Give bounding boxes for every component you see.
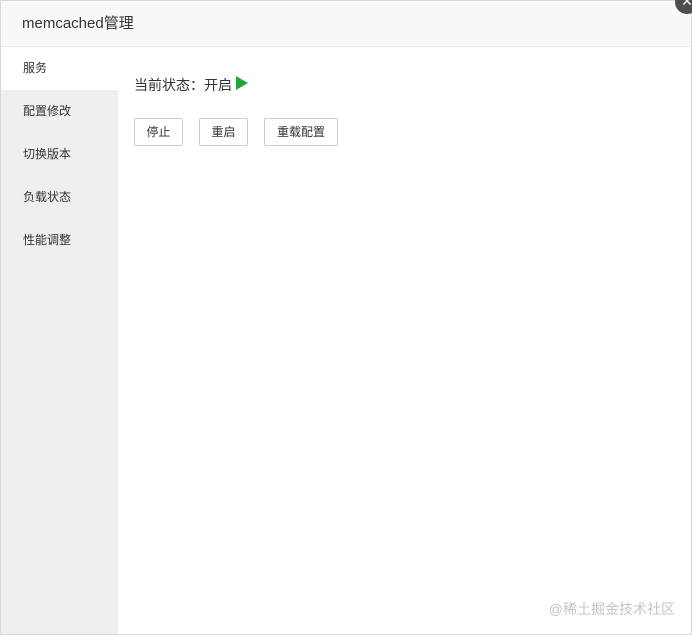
sidebar-item-label: 切换版本 bbox=[23, 147, 72, 161]
restart-button[interactable]: 重启 bbox=[199, 118, 248, 146]
sidebar-item-switch-version[interactable]: 切换版本 bbox=[1, 133, 118, 176]
watermark: @稀土掘金技术社区 bbox=[548, 601, 675, 617]
dialog-title: memcached管理 bbox=[22, 15, 134, 32]
status-label: 当前状态： bbox=[134, 77, 204, 93]
play-icon bbox=[236, 75, 248, 94]
stop-button[interactable]: 停止 bbox=[134, 118, 183, 146]
status-value: 开启 bbox=[204, 77, 232, 93]
sidebar-item-label: 负载状态 bbox=[23, 190, 72, 204]
sidebar-item-load-status[interactable]: 负载状态 bbox=[1, 176, 118, 219]
main-panel: 当前状态：开启 停止 重启 重载配置 @稀土掘金技术社区 bbox=[118, 47, 691, 634]
dialog-titlebar: memcached管理 bbox=[1, 1, 691, 47]
sidebar-item-label: 配置修改 bbox=[23, 104, 72, 118]
reload-config-button[interactable]: 重载配置 bbox=[264, 118, 338, 146]
sidebar: 服务 配置修改 切换版本 负载状态 性能调整 bbox=[1, 47, 118, 634]
memcached-dialog: memcached管理 服务 配置修改 切换版本 负载状态 性能调整 当前状态：… bbox=[0, 0, 692, 635]
sidebar-item-label: 服务 bbox=[23, 61, 48, 75]
sidebar-item-label: 性能调整 bbox=[23, 233, 72, 247]
sidebar-item-performance-tuning[interactable]: 性能调整 bbox=[1, 219, 118, 262]
sidebar-item-service[interactable]: 服务 bbox=[1, 47, 118, 90]
sidebar-item-config-edit[interactable]: 配置修改 bbox=[1, 90, 118, 133]
status-line: 当前状态：开启 bbox=[134, 75, 248, 94]
